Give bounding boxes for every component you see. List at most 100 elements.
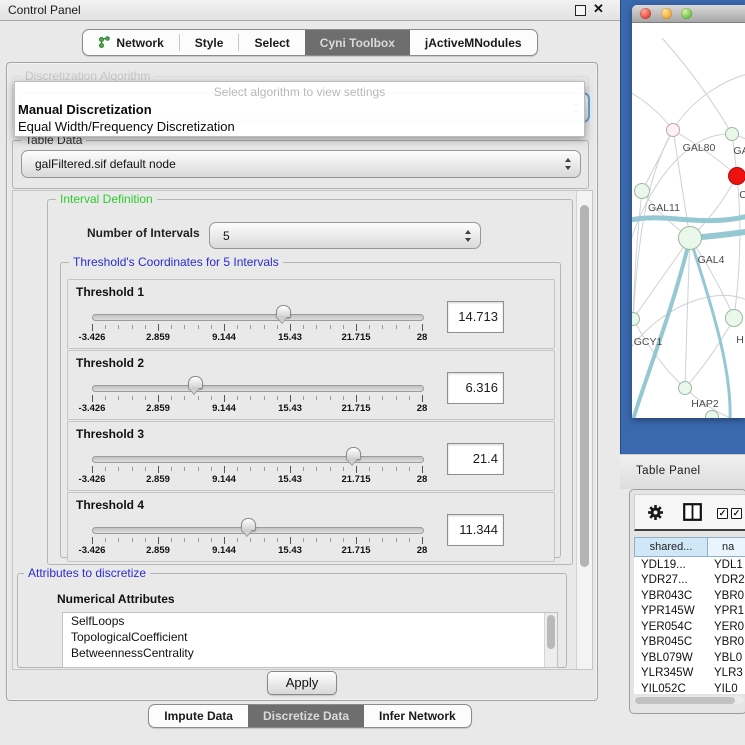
network-node[interactable] (678, 226, 702, 250)
cell-name: YBL0 (708, 652, 745, 664)
checkbox-icon[interactable]: ✓ (717, 508, 728, 519)
tick-label: 15.43 (278, 474, 302, 485)
tick-mark (250, 396, 251, 400)
table-data-value: galFiltered.sif default node (35, 157, 176, 171)
attribute-item[interactable]: TopologicalCoefficient (63, 629, 557, 645)
table-row[interactable]: YPR145WYPR1 (634, 604, 745, 620)
tab-label: Style (195, 36, 224, 50)
minimize-traffic-light[interactable] (661, 8, 672, 19)
table-row[interactable]: YDL19...YDL1 (634, 557, 745, 573)
node-label: C (739, 189, 745, 201)
tab-select[interactable]: Select (239, 30, 304, 55)
table-row[interactable]: YIL052CYIL0 (634, 681, 745, 694)
threshold-value-field[interactable]: 21.4 (447, 443, 504, 475)
cell-shared-name: YPR145W (634, 605, 708, 617)
interval-definition-title: Interval Definition (56, 192, 157, 206)
cell-name: YPR1 (708, 605, 745, 617)
threshold-value-field[interactable]: 11.344 (447, 514, 504, 546)
close-icon[interactable]: ✕ (593, 1, 604, 17)
network-node[interactable] (666, 123, 680, 137)
node-label: GCY1 (634, 336, 663, 348)
scrollbar-thumb[interactable] (547, 615, 555, 649)
network-window-titlebar[interactable] (632, 5, 745, 23)
tick-mark (316, 467, 317, 471)
network-node[interactable] (725, 127, 739, 141)
table-row[interactable]: YLR345WYLR3 (634, 666, 745, 682)
slider-thumb[interactable] (276, 305, 291, 318)
network-node[interactable] (728, 167, 745, 185)
column-header-name[interactable]: na (708, 537, 745, 557)
tick-label: 28 (417, 403, 428, 414)
node-label: GAL11 (648, 202, 680, 214)
slider-track[interactable] (92, 527, 424, 534)
gear-icon[interactable] (647, 504, 664, 521)
slider-track[interactable] (92, 456, 424, 463)
threshold-value-field[interactable]: 14.713 (447, 301, 504, 333)
tab-network[interactable]: Network (83, 30, 178, 55)
tick-label: 21.715 (341, 332, 370, 343)
column-header-shared[interactable]: shared... (634, 537, 708, 557)
tick-label: 2.859 (146, 403, 170, 414)
slider-thumb[interactable] (241, 518, 256, 531)
attributes-list[interactable]: SelfLoopsTopologicalCoefficientBetweenne… (62, 612, 558, 668)
table-row[interactable]: YBR043CYBR0 (634, 588, 745, 604)
tick-mark (343, 396, 344, 400)
tick-label: 21.715 (341, 403, 370, 414)
table-data-combobox[interactable]: galFiltered.sif default node (21, 150, 581, 178)
tick-mark (409, 538, 410, 542)
tick-mark (343, 467, 344, 471)
table-row[interactable]: YBR045CYBR0 (634, 635, 745, 651)
tab-style[interactable]: Style (180, 30, 239, 55)
tab-impute-data[interactable]: Impute Data (149, 705, 248, 727)
slider-thumb[interactable] (346, 447, 361, 460)
close-traffic-light[interactable] (640, 8, 651, 19)
network-node[interactable] (725, 309, 743, 327)
algorithm-option[interactable]: Manual Discretization (15, 101, 584, 118)
cell-name: YDL1 (708, 559, 745, 571)
cell-name: YER0 (708, 621, 745, 633)
tab-infer-network[interactable]: Infer Network (364, 705, 471, 727)
number-of-intervals-combobox[interactable]: 5 (209, 222, 481, 249)
scrollbar-thumb[interactable] (635, 697, 735, 704)
checkbox-icon[interactable]: ✓ (731, 508, 742, 519)
cell-name: YIL0 (708, 683, 745, 694)
network-node[interactable] (678, 381, 692, 395)
apply-button[interactable]: Apply (267, 671, 337, 695)
network-node[interactable] (705, 410, 719, 418)
table-row[interactable]: YER054CYER0 (634, 619, 745, 635)
tick-mark (184, 325, 185, 329)
attribute-item[interactable]: SelfLoops (63, 613, 557, 629)
zoom-traffic-light[interactable] (681, 8, 692, 19)
tick-mark (369, 538, 370, 542)
tick-mark (382, 538, 383, 542)
table-row[interactable]: YBL079WYBL0 (634, 650, 745, 666)
float-window-icon[interactable] (575, 5, 586, 16)
tick-mark (145, 538, 146, 542)
slider-track[interactable] (92, 385, 424, 392)
table-row[interactable]: YDR27...YDR2 (634, 573, 745, 589)
threshold-value-field[interactable]: 6.316 (447, 372, 504, 404)
column-layout-icon[interactable] (683, 503, 702, 521)
tab-jactivemnodules[interactable]: jActiveMNodules (410, 30, 537, 55)
attribute-item[interactable]: BetweennessCentrality (63, 645, 557, 661)
network-node[interactable] (634, 183, 650, 199)
horizontal-scrollbar[interactable] (634, 696, 744, 704)
list-scrollbar[interactable] (544, 613, 557, 667)
tick-mark (356, 466, 357, 473)
tick-mark (343, 325, 344, 329)
cell-shared-name: YIL052C (634, 683, 708, 694)
tick-mark (396, 325, 397, 329)
tick-mark (316, 325, 317, 329)
tick-mark (422, 537, 423, 544)
slider-thumb[interactable] (188, 376, 203, 389)
slider-track[interactable] (92, 314, 424, 321)
network-canvas[interactable]: GAL80GACGAL11GAL4GCY1HHAP2 (632, 23, 745, 418)
tick-mark (105, 396, 106, 400)
node-label: GA (733, 145, 745, 157)
tab-cyni-toolbox[interactable]: Cyni Toolbox (305, 30, 410, 55)
scrollbar-thumb[interactable] (580, 205, 589, 567)
vertical-scrollbar[interactable] (576, 191, 592, 669)
algorithm-option[interactable]: Equal Width/Frequency Discretization (15, 118, 584, 135)
tab-discretize-data[interactable]: Discretize Data (248, 705, 364, 727)
tick-label: 9.144 (212, 403, 236, 414)
